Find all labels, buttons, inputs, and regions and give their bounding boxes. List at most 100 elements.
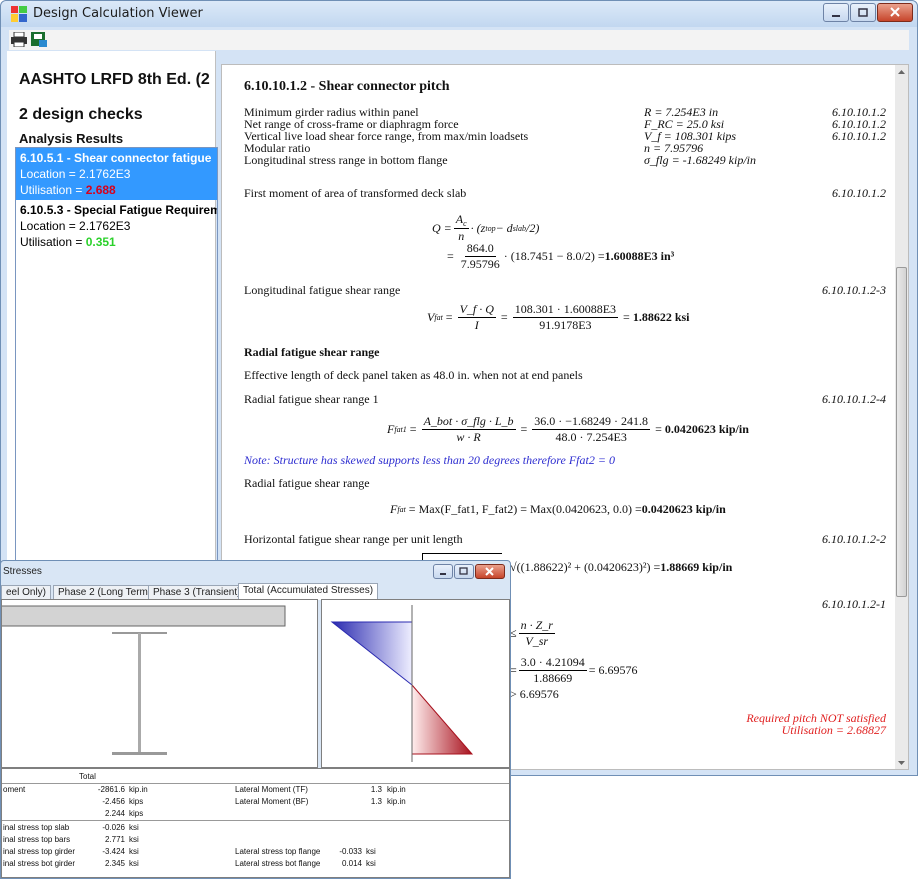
eq-result: = 6.69576 — [588, 663, 638, 677]
row-value: -3.424 — [102, 847, 125, 856]
girder-section-drawing — [0, 605, 286, 755]
row-value: -2.456 — [102, 797, 125, 806]
minimize-button[interactable] — [823, 3, 849, 22]
minimize-icon — [440, 573, 446, 575]
scroll-up-icon[interactable] — [895, 66, 908, 78]
eq-result: 0.0420623 kip/in — [664, 422, 749, 436]
scroll-down-icon[interactable] — [895, 757, 908, 769]
eq-num: 3.0 · 4.21094 — [518, 655, 587, 671]
stress-diagram — [321, 599, 510, 768]
eq-num: n · Z_r — [518, 618, 555, 634]
radial-label: Radial fatigue shear range — [244, 476, 370, 490]
eq-fraction: 108.301 · 1.60088E3 91.9178E3 — [512, 302, 619, 333]
check-title: 6.10.5.3 - Special Fatigue Requirem — [20, 203, 218, 217]
row-unit: kip.in — [387, 797, 406, 806]
stress-minimize-button[interactable] — [433, 564, 453, 579]
eq-den: I — [474, 318, 479, 332]
eq-sub: fat — [434, 313, 443, 322]
eq-result: 1.60088E3 in³ — [604, 249, 675, 263]
close-button[interactable] — [877, 3, 913, 22]
stress-distribution-chart — [330, 605, 474, 762]
row-label: inal stress top girder — [3, 847, 76, 856]
row-value: 1.3 — [370, 797, 382, 806]
analysis-results-label: Analysis Results — [19, 131, 124, 146]
long-fatigue-label: Longitudinal fatigue shear range — [244, 283, 401, 297]
close-icon — [485, 567, 494, 576]
eq-lhs: F — [387, 422, 395, 436]
title-bar[interactable]: Design Calculation Viewer — [1, 1, 917, 27]
stress-tabs: eel Only) Phase 2 (Long Term) Phase 3 (T… — [1, 583, 510, 600]
row-unit: ksi — [366, 847, 376, 856]
row-unit: kips — [129, 797, 144, 806]
check-item[interactable]: 6.10.5.3 - Special Fatigue Requirem Loca… — [16, 200, 218, 252]
eq-num: V_f · Q — [457, 302, 496, 318]
tab-transient[interactable]: Phase 3 (Transient) — [148, 585, 246, 600]
eq-result: 1.88622 ksi — [632, 310, 690, 324]
stress-close-button[interactable] — [475, 564, 505, 579]
skew-note: Note: Structure has skewed supports less… — [244, 453, 615, 467]
first-moment-equation: Q = Ac n · (z top − d slab/2) — [432, 212, 539, 244]
radial-equation: Ffat = Max(F_fat1, F_fat2) = Max(0.04206… — [390, 502, 726, 517]
eq-fraction: n · Z_r V_sr — [518, 618, 555, 649]
row-value: -0.026 — [102, 823, 125, 832]
pitch-compare: > 6.69576 — [510, 687, 559, 701]
row-value: 2.345 — [104, 859, 125, 868]
eq-sub: fat — [397, 505, 406, 514]
toolbar — [9, 30, 909, 50]
tab-steel-only[interactable]: eel Only) — [1, 585, 52, 600]
window-title: Design Calculation Viewer — [33, 6, 203, 21]
eq-lhs: F — [390, 502, 398, 516]
row-value: 2.771 — [104, 835, 125, 844]
long-fatigue-equation: Vfat = V_f · QI = 108.301 · 1.60088E3 91.… — [427, 302, 690, 333]
tab-long-term[interactable]: Phase 2 (Long Term) — [53, 585, 157, 600]
eq-lhs: V — [427, 310, 435, 324]
check-util-label: Utilisation = — [20, 183, 86, 197]
stresses-window-title: Stresses — [3, 566, 42, 577]
maximize-button[interactable] — [850, 3, 876, 22]
radial-heading: Radial fatigue shear range — [244, 345, 380, 359]
horizontal-label: Horizontal fatigue shear range per unit … — [244, 532, 463, 546]
print-icon[interactable] — [11, 32, 27, 47]
eq-term: √((1.88622)² + (0.0420623)²) = — [510, 560, 661, 574]
stresses-window: Stresses eel Only) Phase 2 (Long Term) P… — [0, 560, 511, 879]
radial1-ref: 6.10.10.1.2-4 — [822, 392, 886, 406]
row-unit: kips — [129, 809, 144, 818]
design-check-count: 2 design checks — [19, 106, 143, 123]
stress-maximize-button[interactable] — [454, 564, 474, 579]
check-util-value: 2.688 — [85, 183, 116, 197]
report-heading: 6.10.10.1.2 - Shear connector pitch — [244, 79, 450, 94]
eq-term: · (z — [470, 220, 486, 235]
eq-result: 1.88669 kip/in — [660, 560, 733, 574]
failure-utilisation: Utilisation = 2.68827 — [781, 723, 886, 737]
eq-den: 48.0 · 7.254E3 — [555, 430, 627, 444]
stress-table: Total oment -2861.6 kip.in -2.456 kips 2… — [1, 768, 510, 878]
first-moment-ref: 6.10.10.1.2 — [832, 186, 886, 200]
scroll-thumb[interactable] — [896, 267, 907, 597]
eq-num: 36.0 · −1.68249 · 241.8 — [532, 414, 651, 430]
check-item[interactable]: 6.10.5.1 - Shear connector fatigue Locat… — [16, 148, 217, 200]
design-code-title: AASHTO LRFD 8th Ed. (2 — [19, 71, 210, 88]
row-value: 0.014 — [341, 859, 362, 868]
row-unit: ksi — [129, 835, 139, 844]
row-value: -2861.6 — [97, 785, 125, 794]
export-icon[interactable] — [31, 32, 47, 47]
close-icon — [890, 7, 900, 17]
eq-num: 864.0 — [464, 241, 496, 257]
eq-term: /2) — [526, 220, 540, 235]
horizontal-equation: √((1.88622)² + (0.0420623)²) = 1.88669 k… — [510, 560, 732, 575]
param-value: σ_flg = -1.68249 kip/in — [644, 153, 757, 167]
row-unit: ksi — [129, 859, 139, 868]
row-label: Lateral Moment (BF) — [235, 797, 309, 806]
tab-total[interactable]: Total (Accumulated Stresses) — [238, 583, 379, 600]
row-value: -0.033 — [339, 847, 362, 856]
eq-num: A — [455, 212, 464, 226]
check-title: 6.10.5.1 - Shear connector fatigue — [20, 151, 212, 165]
eq-den: 91.9178E3 — [539, 318, 592, 332]
row-label: Lateral Moment (TF) — [235, 785, 308, 794]
eq-den: V_sr — [525, 634, 549, 648]
row-label: Lateral stress top flange — [235, 847, 321, 856]
check-location: Location = 2.1762E3 — [20, 219, 131, 233]
eq-den: 7.95796 — [460, 257, 500, 271]
eq-term: · (18.7451 − 8.0/2) = — [503, 249, 605, 263]
report-scrollbar[interactable] — [895, 65, 908, 769]
